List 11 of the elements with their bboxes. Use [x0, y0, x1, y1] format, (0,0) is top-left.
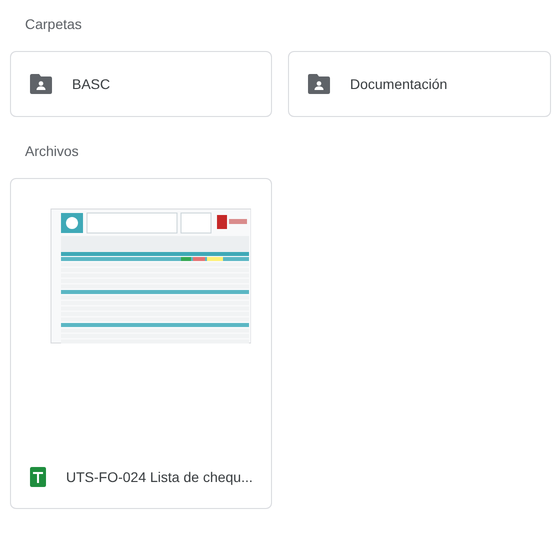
shared-folder-icon [308, 74, 330, 94]
folder-name: BASC [72, 76, 110, 92]
file-card[interactable]: UTS-FO-024 Lista de chequ... [10, 178, 272, 509]
shared-folder-icon [30, 74, 52, 94]
folder-name: Documentación [350, 76, 448, 92]
folder-card[interactable]: Documentación [288, 51, 551, 117]
spreadsheet-icon [30, 467, 46, 487]
section-title: Carpetas [24, 15, 83, 34]
section-title: Archivos [24, 142, 80, 161]
folder-card[interactable]: BASC [10, 51, 272, 117]
file-name: UTS-FO-024 Lista de chequ... [66, 469, 253, 485]
